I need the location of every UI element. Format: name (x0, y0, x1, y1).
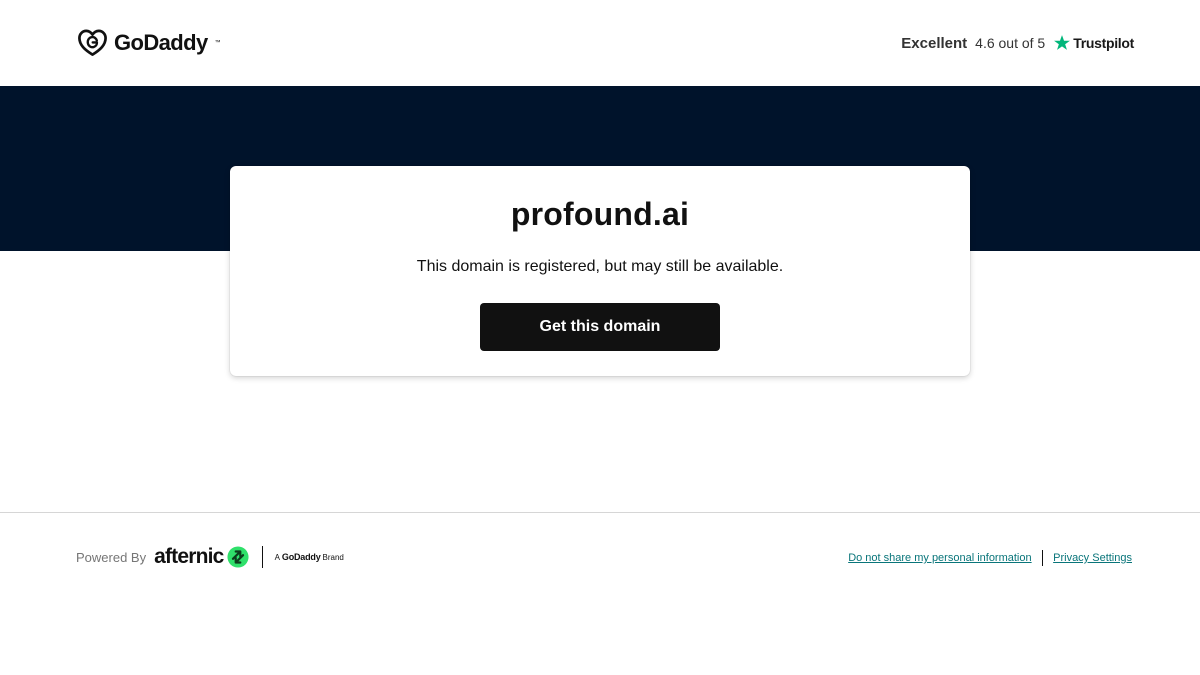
domain-card: profound.ai This domain is registered, b… (230, 166, 970, 376)
trustpilot-rating[interactable]: Excellent 4.6 out of 5 Trustpilot (901, 30, 1134, 56)
site-header: GoDaddy ™ Excellent 4.6 out of 5 Trustpi… (0, 0, 1200, 86)
afternic-logo-link[interactable]: afternic (154, 545, 249, 569)
trustpilot-wordmark: Trustpilot (1073, 35, 1134, 51)
page: GoDaddy ™ Excellent 4.6 out of 5 Trustpi… (0, 0, 1200, 675)
trademark-mark: ™ (214, 40, 221, 46)
domain-status-text: This domain is registered, but may still… (416, 258, 784, 275)
trustpilot-logo: Trustpilot (1053, 34, 1134, 52)
brand-tag-suffix: Brand (322, 553, 344, 562)
trustpilot-star-icon (1054, 35, 1071, 50)
brand-divider (261, 546, 263, 568)
footer-links: Do not share my personal information Pri… (848, 548, 1132, 568)
brand-tag-company: GoDaddy (281, 552, 321, 562)
logo-wordmark: GoDaddy (114, 30, 208, 55)
afternic-wordmark: afternic (154, 545, 224, 568)
powered-by-label: Powered By (76, 549, 147, 565)
powered-by: Powered By afternic A GoDaddy Brand (76, 543, 344, 571)
do-not-share-link[interactable]: Do not share my personal information (848, 552, 1031, 564)
privacy-settings-link[interactable]: Privacy Settings (1053, 552, 1132, 564)
rating-word: Excellent (901, 34, 968, 52)
brand-tag-prefix: A (274, 553, 280, 562)
afternic-arrows-icon (227, 546, 249, 568)
footer-divider (0, 512, 1200, 513)
domain-name-heading: profound.ai (510, 196, 690, 232)
get-this-domain-button[interactable]: Get this domain (480, 303, 720, 351)
godaddy-logo-link[interactable]: GoDaddy ™ (77, 28, 221, 58)
godaddy-heart-logo-icon (78, 29, 107, 56)
footer-link-divider (1041, 550, 1044, 566)
rating-score: 4.6 out of 5 (975, 35, 1046, 51)
godaddy-brand-tag: A GoDaddy Brand (275, 552, 344, 562)
